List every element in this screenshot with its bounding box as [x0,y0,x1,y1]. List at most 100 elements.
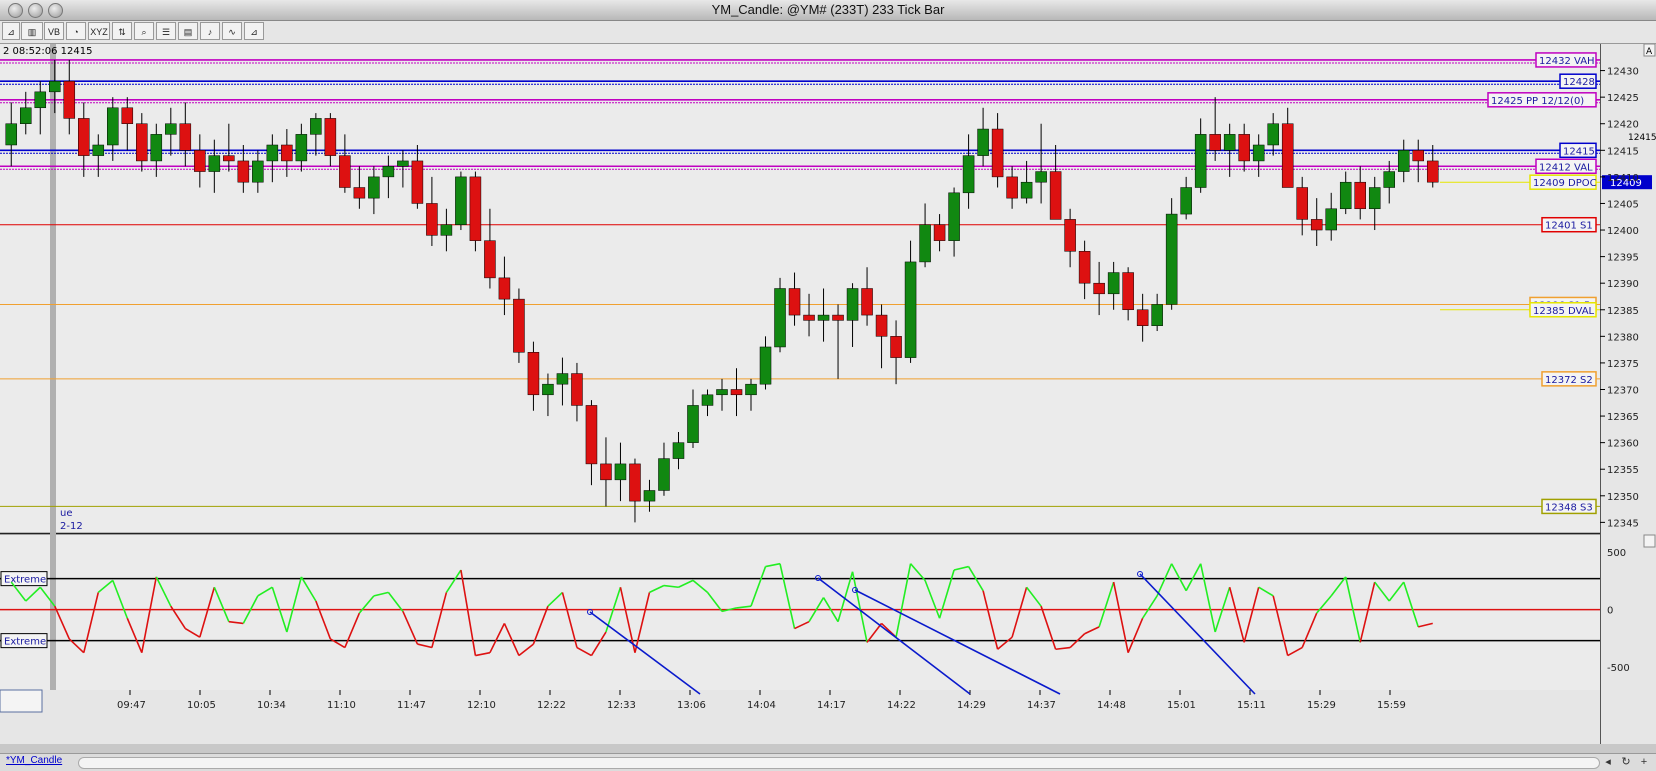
x-tick-label: 11:10 [327,700,356,711]
candle-body [527,352,540,396]
candle-body [107,107,119,146]
x-tick-label: 14:37 [1027,700,1056,711]
session-label-2: 2-12 [60,521,83,532]
osc-tick-label: 0 [1607,606,1613,617]
x-tick-label: 13:06 [677,700,706,711]
x-tick-label: 15:59 [1377,700,1406,711]
session-divider [50,44,56,690]
title-bar: YM_Candle: @YM# (233T) 233 Tick Bar [0,0,1656,21]
candle-body [484,240,496,279]
candle-body [34,91,47,109]
y-tick-label: 12395 [1607,253,1639,264]
osc-tick-label: -500 [1607,663,1630,674]
candle-body [774,288,786,348]
add-icon[interactable]: + [1636,754,1652,770]
grid-icon[interactable]: ☰ [156,22,176,40]
refresh-icon[interactable]: ↻ [1618,754,1634,770]
strategy-icon[interactable]: ∿ [222,22,242,40]
candle-body [716,389,728,396]
scroll-left-icon[interactable]: ◂ [1600,754,1616,770]
y-tick-label: 12410 [1607,173,1639,184]
candle-body [701,394,714,406]
candle-body [1035,171,1047,183]
zoom-icon[interactable]: ⌕ [134,22,154,40]
candle-body [919,224,931,263]
candle-body [1093,282,1105,295]
candle-body [324,118,337,156]
x-tick-label: 12:22 [537,700,566,711]
candle-body [1238,134,1250,162]
candle-body [788,288,801,316]
x-tick-label: 12:10 [467,700,496,711]
chart-type-icon[interactable]: ▥ [21,22,43,40]
candle-body [803,314,815,321]
chart-area[interactable]: 2 08:52:06 12415 ue 2-12 12415 A 12432 V… [0,43,1656,744]
x-tick-label: 14:17 [817,700,846,711]
candle-body [368,176,380,199]
candle-body [266,144,279,162]
candle-body [1296,187,1308,220]
candle-body [861,288,873,316]
x-tick-label: 12:33 [607,700,636,711]
candle-body [1020,181,1033,199]
price-readout: 2 08:52:06 12415 [3,46,92,57]
toolbar: ⊿ ▥ VB ◔ XYZ ⇅ ⌕ ☰ ▤ ♪ ∿ ⊿ [0,21,1656,44]
candle-body [1151,304,1163,326]
y-tick-label: 12430 [1607,67,1639,78]
chart-svg[interactable]: 2 08:52:06 12415 ue 2-12 12415 A 12432 V… [0,43,1656,744]
time-input-box [0,689,43,713]
y-tick-label: 12375 [1607,359,1639,370]
candle-body [672,442,685,459]
candle-body [933,224,946,241]
candle-body [643,490,656,502]
y-tick-label: 12390 [1607,279,1639,290]
candle-body [1165,213,1178,305]
candle-body [875,314,888,337]
candle-body [745,383,757,396]
candle-body [1180,187,1192,215]
candle-body [1325,208,1337,231]
candle-body [1281,123,1294,188]
y-tick-label: 12355 [1607,465,1639,476]
analysis-icon[interactable]: ⊿ [244,22,264,40]
candle-body [194,150,206,172]
candle-body [5,123,18,146]
candle-body [1426,160,1439,183]
candle-body [1412,150,1425,162]
alert-icon[interactable]: ♪ [200,22,220,40]
level-label: 12348 S3 [1545,502,1593,513]
candle-body [730,389,743,396]
timer-icon[interactable]: ◔ [66,22,86,40]
candle-body [1397,150,1410,172]
x-tick-label: 14:22 [887,700,916,711]
osc-menu-button[interactable] [1643,534,1656,548]
candle-body [411,160,424,204]
candle-body [817,314,830,321]
y-tick-label: 12400 [1607,226,1639,237]
indicator-icon[interactable]: ⇅ [112,22,132,40]
window-title: YM_Candle: @YM# (233T) 233 Tick Bar [711,2,945,17]
xyz-button[interactable]: XYZ [88,22,110,40]
candle-body [49,80,61,93]
y-tick-label: 12345 [1607,518,1639,529]
x-tick-label: 10:34 [257,700,286,711]
x-tick-label: 09:47 [117,700,146,711]
candle-body [1107,272,1120,295]
candle-body [1209,134,1221,151]
candle-body [1122,272,1134,311]
candle-body [1006,176,1018,199]
candle-body [1339,181,1352,210]
candle-body [614,463,627,481]
candle-body [237,160,250,183]
candle-body [904,261,917,358]
chart-icon[interactable]: ▤ [178,22,198,40]
candle-body [92,144,105,156]
draw-trend-icon[interactable]: ⊿ [2,22,20,40]
horizontal-scrollbar[interactable] [78,757,1600,769]
chart-tab[interactable]: *YM_Candle [6,755,62,766]
candle-body [78,118,90,156]
candle-body [136,123,148,162]
volume-button[interactable]: VB [44,22,64,40]
level-label: 12415 [1563,146,1595,157]
candle-body [1078,251,1091,284]
